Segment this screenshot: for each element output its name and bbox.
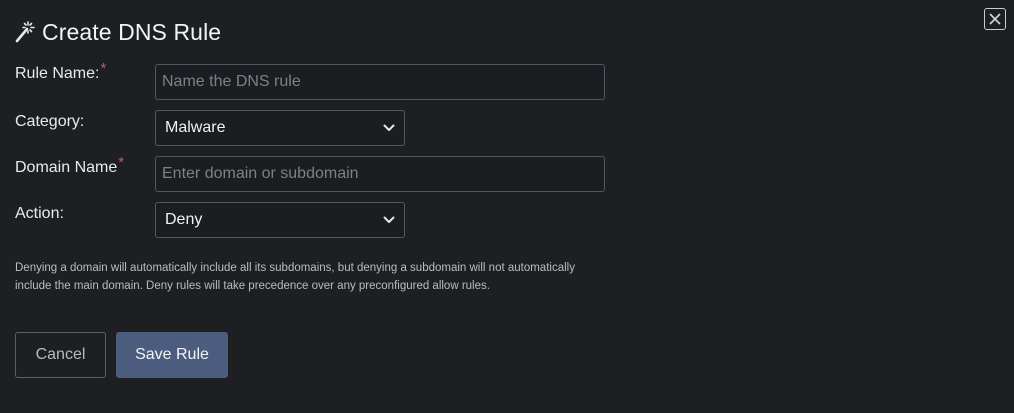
action-label: Action: [15,205,64,222]
category-selected-value: Malware [165,119,226,136]
help-text: Denying a domain will automatically incl… [15,262,575,292]
create-dns-rule-dialog: Create DNS Rule Rule Name:* Category: Ma… [0,0,1014,413]
action-selected-value: Deny [165,211,203,228]
category-select[interactable]: Malware [155,110,405,146]
chevron-down-icon [383,124,395,132]
action-select[interactable]: Deny [155,202,405,238]
required-asterisk: * [118,154,125,171]
close-button[interactable] [984,8,1006,30]
rule-name-label: Rule Name:* [15,60,106,83]
rule-name-label-text: Rule Name: [15,65,100,82]
dialog-title: Create DNS Rule [42,18,222,45]
required-asterisk: * [100,60,107,77]
chevron-down-icon [383,216,395,224]
save-rule-button[interactable]: Save Rule [116,332,228,378]
domain-name-label: Domain Name* [15,154,124,177]
dialog-header: Create DNS Rule [14,17,221,47]
rule-name-input[interactable] [155,64,605,100]
domain-name-input[interactable] [155,156,605,192]
category-label: Category: [15,113,85,130]
cancel-button[interactable]: Cancel [15,332,106,378]
magic-wand-icon [14,20,36,44]
domain-name-label-text: Domain Name [15,159,118,176]
close-icon [989,13,1001,25]
